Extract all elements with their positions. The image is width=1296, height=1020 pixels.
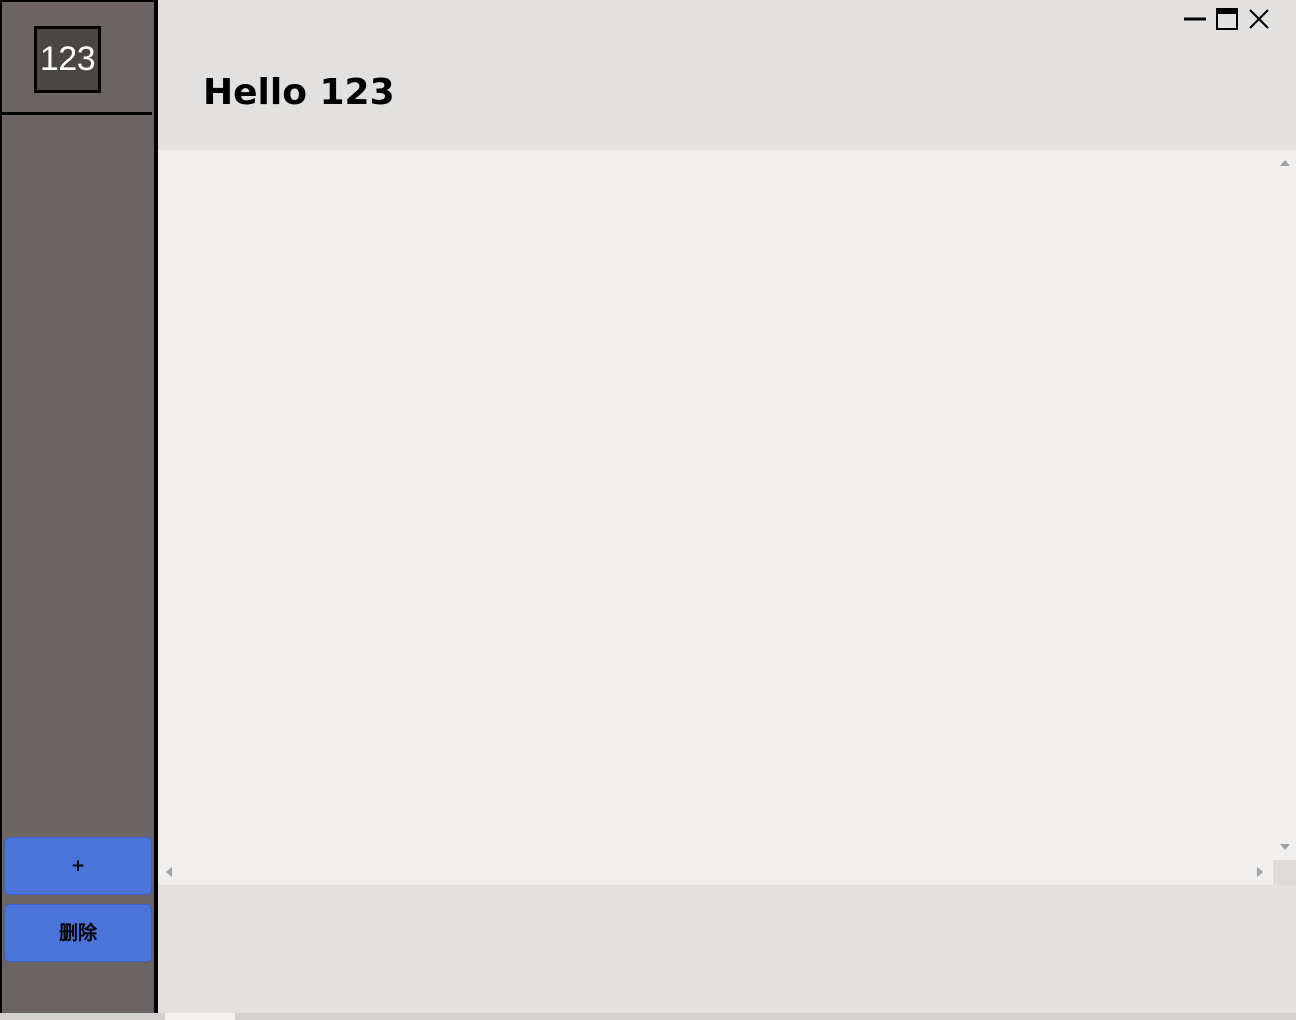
avatar[interactable]: 123 [34,26,101,93]
page-title: Hello 123 [203,72,395,113]
header: Hello 123 [158,0,1296,150]
close-button[interactable] [1246,6,1272,32]
window-controls [1182,6,1272,32]
scrollbar-thumb[interactable] [165,1013,235,1020]
minimize-icon [1184,17,1206,21]
delete-button[interactable]: 删除 [4,904,152,962]
vertical-scrollbar[interactable] [1273,150,1296,860]
scroll-left-arrow-icon[interactable] [166,867,172,877]
content-area[interactable] [158,150,1273,860]
scroll-right-arrow-icon[interactable] [1257,867,1263,877]
app-window: 123 + 删除 Hello 123 [0,0,1296,1020]
scroll-corner [1273,860,1296,885]
minimize-button[interactable] [1182,6,1208,32]
scroll-up-arrow-icon[interactable] [1280,160,1290,166]
footer [158,885,1296,1013]
maximize-button[interactable] [1214,6,1240,32]
close-icon [1249,9,1269,29]
horizontal-scrollbar[interactable] [158,860,1273,885]
window-horizontal-scrollbar[interactable] [0,1013,1296,1020]
sidebar: 123 + 删除 [0,0,158,1013]
scroll-down-arrow-icon[interactable] [1280,844,1290,850]
avatar-area: 123 [2,2,152,115]
maximize-icon [1216,8,1238,30]
add-button[interactable]: + [4,837,152,895]
